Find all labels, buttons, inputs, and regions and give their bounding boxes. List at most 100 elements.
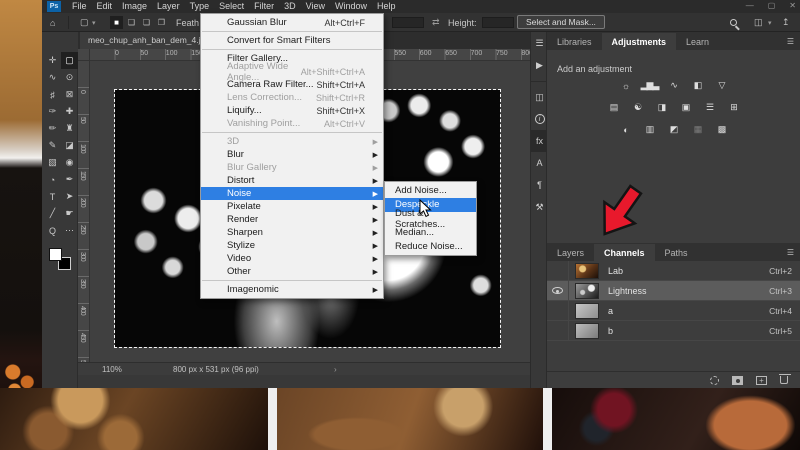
character-icon[interactable]: A [531, 152, 548, 174]
status-chevron-icon[interactable]: › [334, 365, 337, 374]
filter-menu-item-render[interactable]: Render▶ [201, 213, 383, 226]
filter-menu-item-sharpen[interactable]: Sharpen▶ [201, 226, 383, 239]
filter-menu-item-pixelate[interactable]: Pixelate▶ [201, 200, 383, 213]
tab-layers[interactable]: Layers [547, 244, 594, 261]
menu-image[interactable]: Image [117, 0, 152, 13]
subtract-from-selection-icon[interactable]: ❏ [140, 16, 153, 29]
menu-edit[interactable]: Edit [92, 0, 118, 13]
eraser-tool-icon[interactable]: ◪ [61, 137, 78, 154]
zoom-tool-icon[interactable]: Q [44, 222, 61, 239]
filter-menu-item-3d[interactable]: 3D▶ [201, 135, 383, 148]
panel-menu-icon[interactable]: ☰ [787, 248, 794, 257]
menu-layer[interactable]: Layer [152, 0, 185, 13]
menu-window[interactable]: Window [330, 0, 372, 13]
move-tool-icon[interactable]: ✛ [44, 52, 61, 69]
channel-row-lab[interactable]: LabCtrl+2 [547, 261, 800, 281]
color-lookup-adjustment-icon[interactable]: ⊞ [724, 100, 743, 115]
select-and-mask-button[interactable]: Select and Mask... [517, 15, 605, 29]
filter-menu-item-noise[interactable]: Noise▶ [201, 187, 383, 200]
home-icon[interactable]: ⌂ [50, 13, 55, 32]
black-white-adjustment-icon[interactable]: ◨ [652, 100, 671, 115]
tab-libraries[interactable]: Libraries [547, 33, 602, 50]
foreground-color-swatch[interactable] [49, 248, 62, 261]
styles-fx-icon[interactable]: fx [531, 130, 548, 152]
visibility-toggle[interactable] [547, 321, 569, 341]
tools-icon[interactable]: ⚒ [531, 196, 548, 218]
zoom-level-field[interactable]: 110% [102, 365, 122, 374]
minimize-button[interactable]: — [746, 0, 754, 12]
gradient-tool-icon[interactable]: ▧ [44, 154, 61, 171]
more-tools-icon[interactable]: ⋯ [61, 222, 78, 239]
filter-menu-item-video[interactable]: Video▶ [201, 252, 383, 265]
filter-menu-item-vanishing-point[interactable]: Vanishing Point...Alt+Ctrl+V [201, 117, 383, 130]
close-button[interactable]: ✕ [789, 0, 796, 12]
clone-stamp-tool-icon[interactable]: ♜ [61, 120, 78, 137]
filter-menu-item-imagenomic[interactable]: Imagenomic▶ [201, 283, 383, 296]
blur-tool-icon[interactable]: ◉ [61, 154, 78, 171]
workspace-layout-icon[interactable]: ◫ [754, 13, 763, 32]
line-tool-icon[interactable]: ╱ [44, 205, 61, 222]
tab-paths[interactable]: Paths [655, 244, 698, 261]
exposure-adjustment-icon[interactable]: ◧ [688, 78, 707, 93]
filter-menu-item-stylize[interactable]: Stylize▶ [201, 239, 383, 252]
load-channel-as-selection-icon[interactable] [710, 376, 719, 385]
height-field[interactable] [482, 17, 514, 28]
curves-adjustment-icon[interactable]: ∿ [664, 78, 683, 93]
new-selection-icon[interactable]: ■ [110, 16, 123, 29]
filter-menu-item-liquify[interactable]: Liquify...Shift+Ctrl+X [201, 104, 383, 117]
share-icon[interactable]: ↥ [782, 13, 790, 32]
add-to-selection-icon[interactable]: ❑ [125, 16, 138, 29]
noise-submenu-item-median[interactable]: Median... [385, 225, 476, 239]
vibrance-adjustment-icon[interactable]: ▽ [712, 78, 731, 93]
filter-menu-item-adaptive-wide-angle[interactable]: Adaptive Wide Angle...Alt+Shift+Ctrl+A [201, 65, 383, 78]
invert-adjustment-icon[interactable]: ◐ [616, 122, 635, 137]
path-selection-tool-icon[interactable]: ➤ [61, 188, 78, 205]
levels-adjustment-icon[interactable]: ▂▆▃ [640, 78, 659, 93]
filter-menu-item-blur-gallery[interactable]: Blur Gallery▶ [201, 161, 383, 174]
rectangular-marquee-tool-icon[interactable]: ▢ [61, 52, 78, 69]
swap-dimensions-icon[interactable]: ⇄ [432, 13, 440, 32]
channel-row-lightness[interactable]: LightnessCtrl+3 [547, 281, 800, 301]
gradient-map-adjustment-icon[interactable]: ▩ [712, 122, 731, 137]
type-tool-icon[interactable]: T [44, 188, 61, 205]
menu-filter[interactable]: Filter [249, 0, 279, 13]
visibility-toggle[interactable] [547, 261, 569, 281]
noise-submenu-item-reduce-noise[interactable]: Reduce Noise... [385, 239, 476, 253]
chevron-down-icon[interactable]: ▾ [92, 13, 96, 32]
frame-tool-icon[interactable]: ⊠ [61, 86, 78, 103]
color-balance-adjustment-icon[interactable]: ☯ [628, 100, 647, 115]
filter-menu-item-distort[interactable]: Distort▶ [201, 174, 383, 187]
panel-menu-icon[interactable]: ☰ [787, 37, 794, 46]
photoshop-logo-icon[interactable]: Ps [47, 1, 61, 12]
properties-icon[interactable]: ☰ [531, 32, 548, 54]
crop-tool-icon[interactable]: ♯ [44, 86, 61, 103]
filter-menu-item-blur[interactable]: Blur▶ [201, 148, 383, 161]
search-icon[interactable] [730, 19, 737, 26]
menu-help[interactable]: Help [372, 0, 401, 13]
brightness-contrast-adjustment-icon[interactable]: ☼ [616, 78, 635, 93]
eyedropper-tool-icon[interactable]: ✑ [44, 103, 61, 120]
filter-menu-item-other[interactable]: Other▶ [201, 265, 383, 278]
layer-comps-icon[interactable]: ◫ [531, 86, 548, 108]
width-field[interactable] [392, 17, 424, 28]
selective-color-adjustment-icon[interactable]: ▦ [688, 122, 707, 137]
new-channel-icon[interactable]: + [756, 376, 767, 385]
paragraph-icon[interactable]: ¶ [531, 174, 548, 196]
dodge-tool-icon[interactable]: ◔ [44, 171, 61, 188]
menu-type[interactable]: Type [185, 0, 215, 13]
healing-brush-tool-icon[interactable]: ✚ [61, 103, 78, 120]
menu-view[interactable]: View [301, 0, 330, 13]
intersect-selection-icon[interactable]: ❐ [155, 16, 168, 29]
filter-menu-item-convert-for-smart-filters[interactable]: Convert for Smart Filters [201, 34, 383, 47]
chevron-down-icon[interactable]: ▾ [768, 13, 772, 32]
channel-row-b[interactable]: bCtrl+5 [547, 321, 800, 341]
pen-tool-icon[interactable]: ✒ [61, 171, 78, 188]
quick-selection-tool-icon[interactable]: ⊙ [61, 69, 78, 86]
actions-play-icon[interactable]: ▶ [531, 54, 548, 76]
menu-3d[interactable]: 3D [279, 0, 301, 13]
lasso-tool-icon[interactable]: ∿ [44, 69, 61, 86]
tab-learn[interactable]: Learn [676, 33, 719, 50]
filter-menu-item-lens-correction[interactable]: Lens Correction...Shift+Ctrl+R [201, 91, 383, 104]
filter-menu-item-camera-raw-filter[interactable]: Camera Raw Filter...Shift+Ctrl+A [201, 78, 383, 91]
history-brush-tool-icon[interactable]: ✎ [44, 137, 61, 154]
